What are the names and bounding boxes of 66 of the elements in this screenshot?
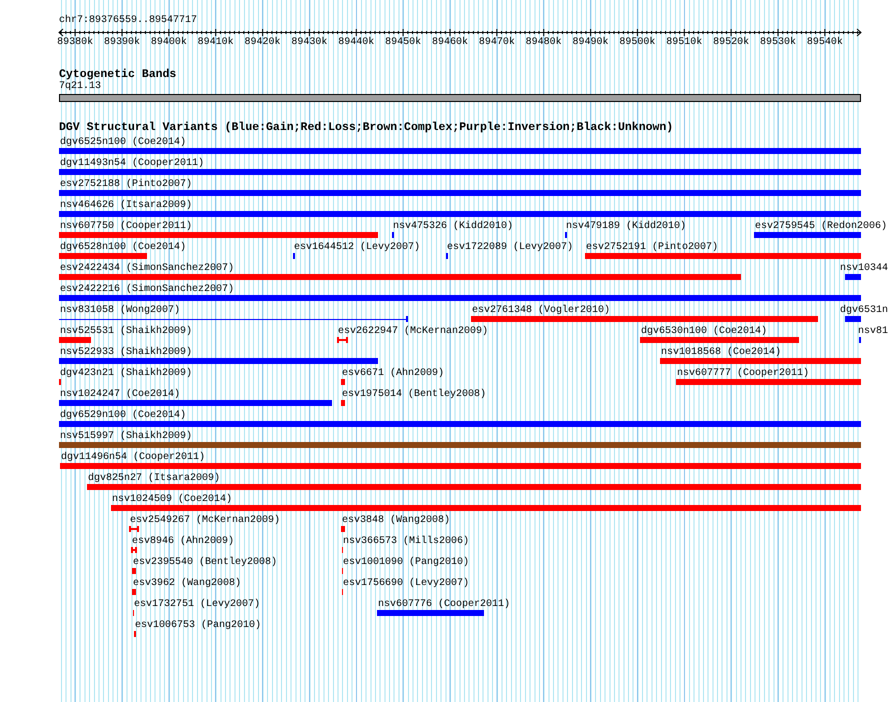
variant-label: esv2422216 (SimonSanchez2007): [60, 284, 234, 295]
track-title: DGV Structural Variants (Blue:Gain;Red:Loss;Brown:Complex;Purple:Inversion;Black:Unknown): [59, 122, 674, 134]
variant-label: nsv81: [858, 326, 888, 337]
variant-label: dgv6531n: [840, 305, 888, 316]
variant-label: dgv6529n100 (Coe2014): [60, 410, 186, 421]
variant-label: esv2759545 (Redon2006): [755, 221, 888, 232]
variant-label: nsv515997 (Shaikh2009): [60, 431, 192, 442]
tick-label: 89480k: [526, 37, 562, 49]
variant-label: dgv11496n54 (Cooper2011): [61, 452, 206, 463]
variant-label: nsv525531 (Shaikh2009): [60, 326, 192, 337]
variant-label: nsv1024509 (Coe2014): [112, 494, 232, 505]
tick-label: 89470k: [478, 37, 515, 49]
variant-label: nsv464626 (Itsara2009): [60, 200, 192, 211]
tick-label: 89410k: [198, 37, 234, 49]
variant-label: nsv475326 (Kidd2010): [393, 221, 514, 232]
variant-label: esv1732751 (Levy2007): [134, 599, 260, 610]
variant-label: dgv6525n100 (Coe2014): [60, 137, 186, 148]
tick-label: 89510k: [666, 37, 702, 49]
variant-label: dgv423n21 (Shaikh2009): [60, 368, 192, 379]
variant-label: esv2761348 (Vogler2010): [472, 305, 610, 316]
variant-label: esv1644512 (Levy2007): [294, 242, 420, 253]
variant-label: dgv6530n100 (Coe2014): [641, 326, 768, 337]
variant-label: esv1975014 (Bentley2008): [342, 389, 486, 400]
variant-label: dgv6528n100 (Coe2014): [60, 242, 186, 253]
tick-label: 89440k: [338, 37, 374, 49]
variant-label: nsv10344: [840, 263, 888, 274]
variant-label: dgv11493n54 (Cooper2011): [60, 158, 204, 169]
variant-label: nsv607776 (Cooper2011): [378, 599, 510, 610]
tick-label: 89460k: [432, 37, 468, 49]
variant-label: nsv479189 (Kidd2010): [566, 221, 686, 232]
variant-label: nsv831058 (Wong2007): [60, 305, 180, 316]
variant-label: esv1006753 (Pang2010): [135, 620, 262, 631]
variant-label: dgv825n27 (Itsara2009): [88, 473, 220, 484]
tick-label: 89500k: [619, 37, 656, 49]
variant-label: nsv607777 (Cooper2011): [677, 368, 810, 379]
tick-label: 89490k: [572, 37, 609, 49]
band-label: 7q21.13: [59, 81, 102, 93]
variant-label: nsv522933 (Shaikh2009): [60, 347, 192, 358]
variant-label: esv3962 (Wang2008): [133, 578, 242, 589]
track-title: Cytogenetic Bands: [59, 69, 178, 81]
tick-label: 89400k: [150, 37, 187, 49]
variant-label: esv1722089 (Levy2007): [447, 242, 574, 253]
tick-label: 89430k: [291, 37, 328, 49]
tick-label: 89380k: [57, 37, 94, 49]
tick-label: 89540k: [806, 37, 843, 49]
variant-label: esv1756690 (Levy2007): [343, 578, 470, 589]
variant-label: nsv366573 (Mills2006): [343, 536, 470, 547]
variant-label: esv3848 (Wang2008): [342, 515, 450, 526]
variant-label: esv2622947 (McKernan2009): [338, 326, 488, 337]
variant-label: esv8946 (Ahn2009): [132, 536, 234, 547]
variant-label: nsv1024247 (Coe2014): [60, 389, 180, 400]
variant-label: esv2549267 (McKernan2009): [130, 515, 280, 526]
tick-label: 89390k: [104, 37, 140, 49]
tick-label: 89450k: [385, 37, 422, 49]
variant-label: esv2395540 (Bentley2008): [133, 557, 278, 568]
variant-label: nsv1018568 (Coe2014): [661, 347, 782, 358]
tick-label: 89520k: [713, 37, 750, 49]
tick-label: 89530k: [760, 37, 796, 49]
tick-label: 89420k: [244, 37, 281, 49]
location-label: chr7:89376559..89547717: [59, 15, 198, 27]
variant-label: esv2752191 (Pinto2007): [586, 242, 718, 253]
variant-label: esv2422434 (SimonSanchez2007): [60, 263, 234, 274]
variant-label: esv6671 (Ahn2009): [342, 368, 444, 379]
variant-label: esv2752188 (Pinto2007): [60, 179, 192, 190]
variant-label: nsv607750 (Cooper2011): [60, 221, 192, 232]
variant-label: esv1001090 (Pang2010): [343, 557, 470, 568]
